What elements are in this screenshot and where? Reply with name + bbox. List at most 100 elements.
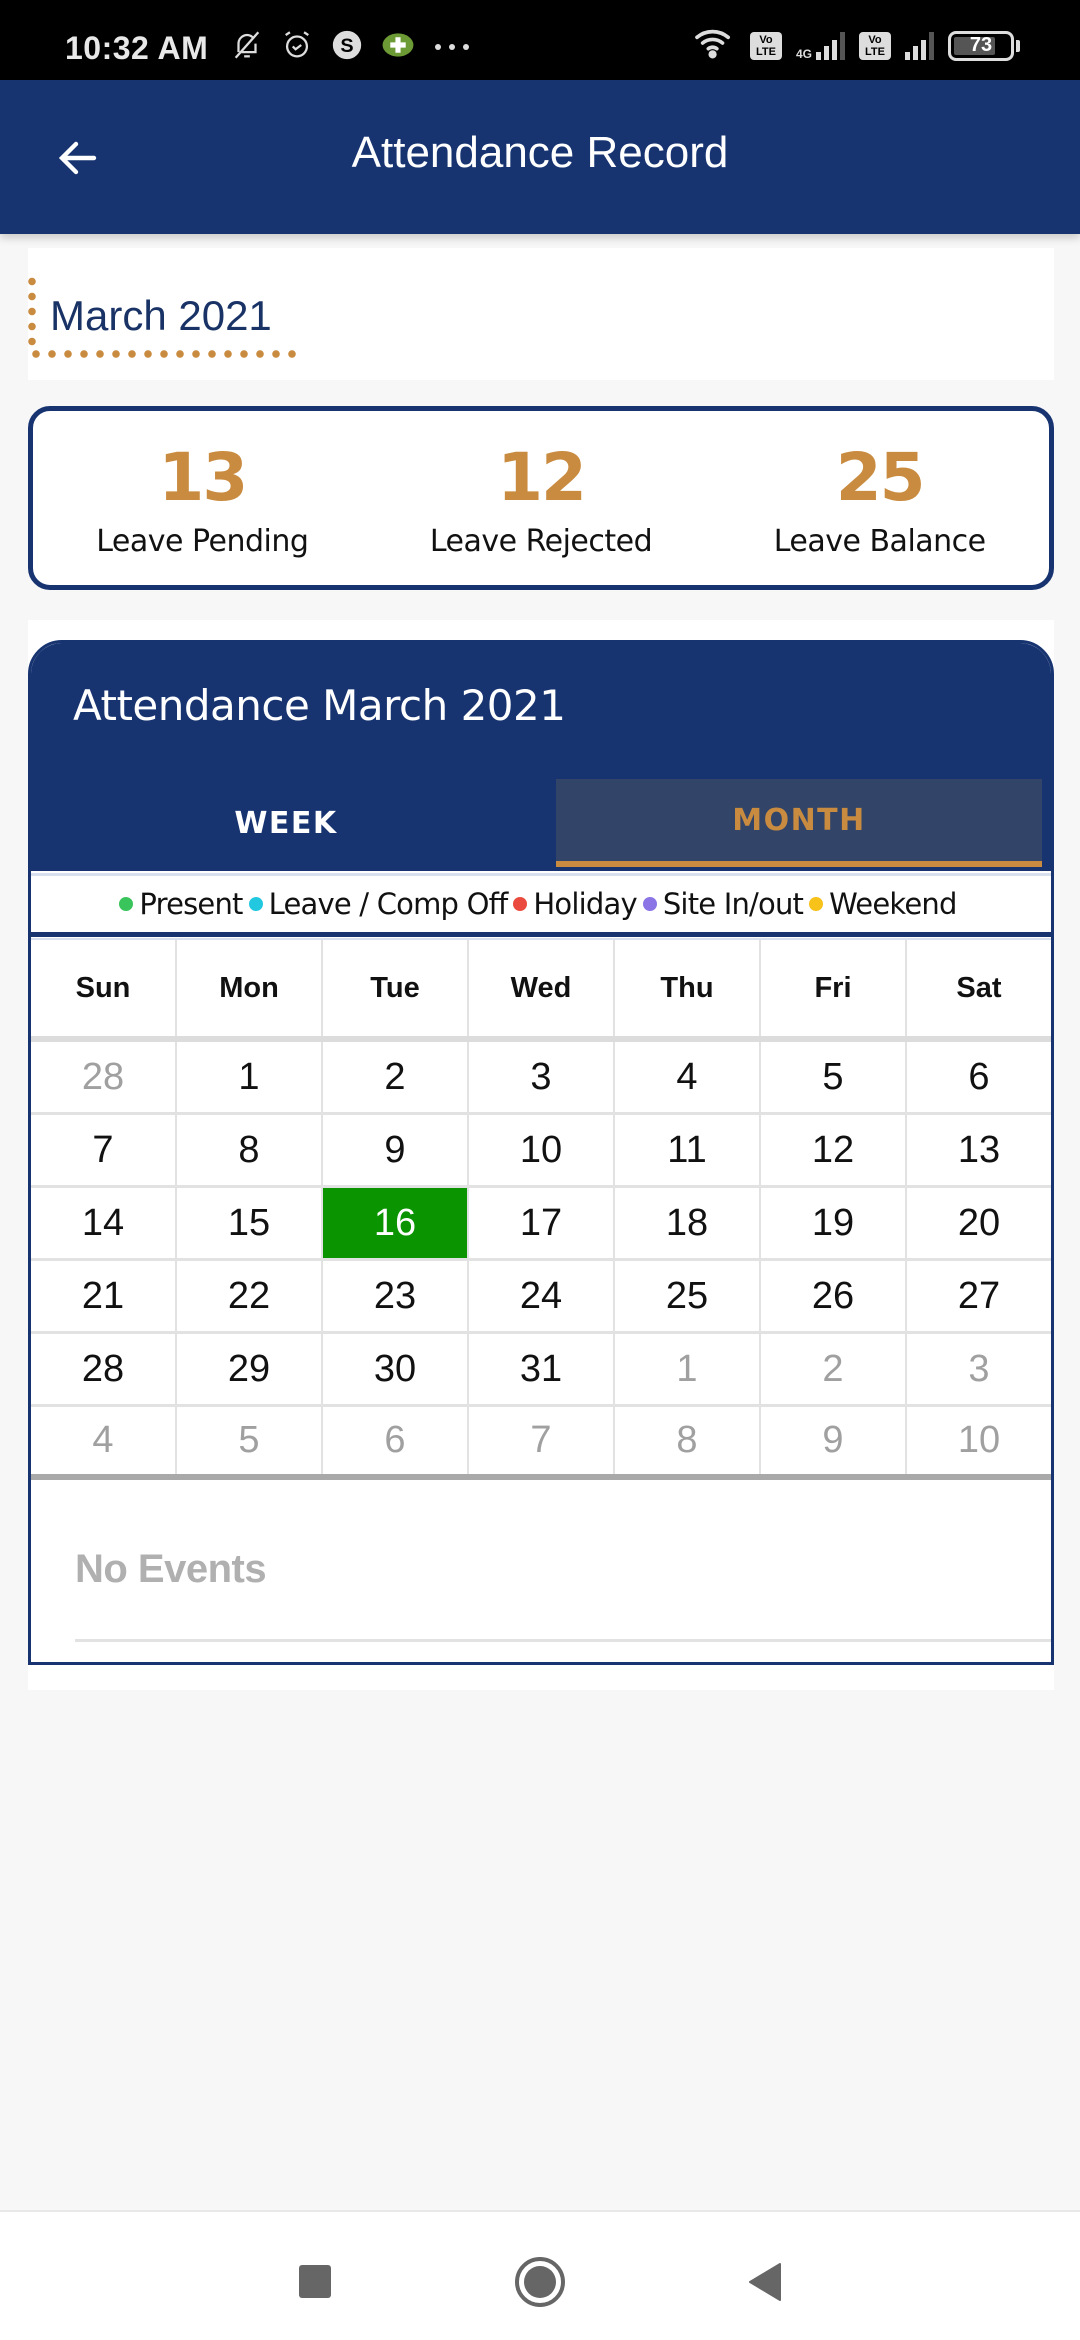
svg-text:S: S: [340, 35, 353, 57]
calendar-day[interactable]: 10: [907, 1407, 1051, 1474]
calendar-day[interactable]: 8: [615, 1407, 761, 1474]
bell-off-icon: [230, 28, 264, 67]
dotted-border-bottom: [28, 350, 300, 358]
calendar-week-row: 4 5 6 7 8 9 10: [31, 1407, 1051, 1480]
calendar-day[interactable]: 11: [615, 1115, 761, 1185]
recents-button[interactable]: [285, 2252, 345, 2312]
summary-label: Leave Balance: [773, 524, 986, 559]
weekday-label: Fri: [761, 940, 907, 1036]
system-icons: Vo LTE 4G Vo LTE 73: [692, 26, 1020, 65]
leave-balance[interactable]: 25 Leave Balance: [710, 411, 1049, 585]
calendar-day[interactable]: 10: [469, 1115, 615, 1185]
status-bar: 10:32 AM S Vo LTE 4G Vo LTE 73: [0, 0, 1080, 80]
attendance-header: Attendance March 2021 WEEK MONTH: [31, 643, 1051, 871]
volte-icon: Vo LTE: [749, 31, 782, 60]
calendar-day[interactable]: 19: [761, 1188, 907, 1258]
month-heading-card: March 2021: [28, 248, 1054, 380]
calendar-weekday-header: Sun Mon Tue Wed Thu Fri Sat: [31, 938, 1051, 1042]
legend-item: Weekend: [809, 887, 957, 921]
calendar-day[interactable]: 3: [907, 1334, 1051, 1404]
tab-week[interactable]: WEEK: [31, 779, 541, 867]
calendar-day[interactable]: 3: [469, 1042, 615, 1112]
notification-icons: S: [230, 28, 472, 67]
calendar-day[interactable]: 4: [615, 1042, 761, 1112]
legend-item: Present: [119, 887, 243, 921]
legend-dot-icon: [642, 897, 657, 911]
calendar-day[interactable]: 5: [761, 1042, 907, 1112]
no-events-label: No Events: [75, 1547, 267, 1591]
summary-label: Leave Rejected: [429, 524, 653, 559]
calendar-day[interactable]: 7: [469, 1407, 615, 1474]
calendar-day[interactable]: 28: [31, 1042, 177, 1112]
calendar-day[interactable]: 15: [177, 1188, 323, 1258]
calendar-day[interactable]: 30: [323, 1334, 469, 1404]
calendar-day[interactable]: 2: [323, 1042, 469, 1112]
volte-icon: Vo LTE: [859, 31, 891, 60]
calendar-day[interactable]: 2: [761, 1334, 907, 1404]
calendar-day[interactable]: 21: [31, 1261, 177, 1331]
calendar-week-row: 28 1 2 3 4 5 6: [31, 1042, 1051, 1115]
battery-icon: 73: [948, 30, 1020, 61]
calendar-day[interactable]: 5: [177, 1407, 323, 1474]
weekday-label: Wed: [469, 940, 615, 1036]
calendar-day[interactable]: 25: [615, 1261, 761, 1331]
calendar-day[interactable]: 24: [469, 1261, 615, 1331]
calendar-week-row: 21 22 23 24 25 26 27: [31, 1261, 1051, 1334]
calendar-day[interactable]: 7: [31, 1115, 177, 1185]
calendar-day[interactable]: 20: [907, 1188, 1051, 1258]
divider: [75, 1639, 1051, 1642]
dotted-border-left: [28, 274, 36, 350]
weekday-label: Tue: [323, 940, 469, 1036]
summary-label: Leave Pending: [96, 524, 309, 559]
weekday-label: Thu: [615, 940, 761, 1036]
signal-icon: [905, 31, 934, 60]
legend-item: Holiday: [513, 887, 638, 921]
calendar-day[interactable]: 8: [177, 1115, 323, 1185]
calendar-day[interactable]: 13: [907, 1115, 1051, 1185]
calendar-day[interactable]: 26: [761, 1261, 907, 1331]
calendar-week-row: 14 15 16 17 18 19 20: [31, 1188, 1051, 1261]
calendar-day[interactable]: 27: [907, 1261, 1051, 1331]
calendar-day[interactable]: 17: [469, 1188, 615, 1258]
calendar-day[interactable]: 6: [907, 1042, 1051, 1112]
legend-label: Site In/out: [662, 887, 804, 921]
calendar-day[interactable]: 18: [615, 1188, 761, 1258]
calendar-day[interactable]: 9: [323, 1115, 469, 1185]
leave-summary-card: 13 Leave Pending 12 Leave Rejected 25 Le…: [28, 406, 1054, 590]
month-label: March 2021: [50, 292, 272, 339]
calendar-day[interactable]: 29: [177, 1334, 323, 1404]
calendar-day[interactable]: 14: [31, 1188, 177, 1258]
back-nav-button[interactable]: [735, 2252, 795, 2312]
tab-month[interactable]: MONTH: [556, 779, 1042, 867]
calendar-day[interactable]: 31: [469, 1334, 615, 1404]
weekday-label: Sat: [956, 971, 1002, 1004]
legend-dot-icon: [248, 897, 263, 911]
weekday-label: Sun: [31, 940, 177, 1036]
calendar-day[interactable]: 23: [323, 1261, 469, 1331]
calendar-day[interactable]: 1: [177, 1042, 323, 1112]
home-circle-icon: [515, 2257, 565, 2307]
skype-icon: S: [330, 28, 364, 67]
legend-item: Leave / Comp Off: [248, 887, 509, 921]
calendar-day[interactable]: 9: [761, 1407, 907, 1474]
app-notification-icon: [380, 30, 416, 65]
calendar-day[interactable]: 22: [177, 1261, 323, 1331]
back-triangle-icon: [749, 2263, 781, 2301]
alarm-icon: [280, 28, 314, 67]
month-heading: March 2021: [28, 274, 300, 360]
calendar-day-selected[interactable]: 16: [323, 1188, 469, 1258]
calendar-day[interactable]: 6: [323, 1407, 469, 1474]
leave-rejected[interactable]: 12 Leave Rejected: [372, 411, 711, 585]
home-button[interactable]: [510, 2252, 570, 2312]
calendar: Sun Mon Tue Wed Thu Fri Sat 28 1 2 3 4 5 6 7 8 9 10 11 12 1…: [31, 938, 1051, 1480]
leave-pending[interactable]: 13 Leave Pending: [33, 411, 372, 585]
calendar-day[interactable]: 4: [31, 1407, 177, 1474]
4g-signal-icon: 4G: [796, 31, 845, 60]
calendar-day[interactable]: 28: [31, 1334, 177, 1404]
status-time: 10:32 AM: [65, 30, 209, 66]
battery-percent: 73: [969, 34, 993, 56]
recents-square-icon: [299, 2265, 331, 2298]
legend-label: Leave / Comp Off: [268, 887, 509, 921]
calendar-day[interactable]: 1: [615, 1334, 761, 1404]
calendar-day[interactable]: 12: [761, 1115, 907, 1185]
